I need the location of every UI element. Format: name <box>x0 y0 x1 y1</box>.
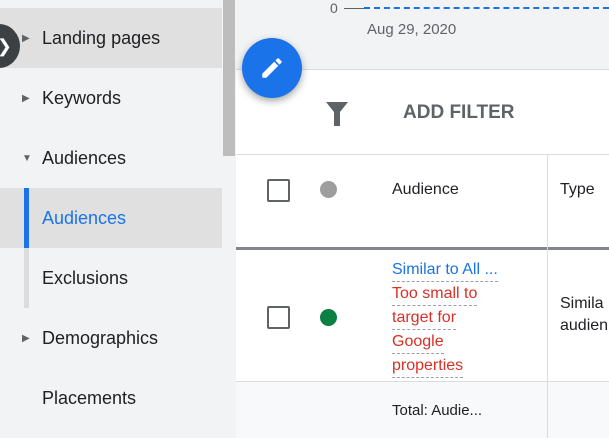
sidebar-item-exclusions[interactable]: Exclusions <box>0 248 222 308</box>
total-row: Total: Audie... <box>236 382 609 438</box>
sidebar-item-label: Audiences <box>42 147 127 168</box>
add-filter-button[interactable]: ADD FILTER <box>403 102 515 124</box>
sidebar-item-label: Keywords <box>42 87 122 108</box>
type-cell: audien <box>560 317 609 334</box>
column-divider <box>547 155 548 438</box>
x-tick-label: Aug 29, 2020 <box>367 21 457 38</box>
edit-button[interactable] <box>242 38 302 98</box>
series-line <box>364 7 609 9</box>
filter-icon[interactable] <box>326 102 348 126</box>
active-indicator <box>24 188 29 248</box>
chevron-icon: ❯ <box>0 36 12 57</box>
sidebar-item-label: Exclusions <box>42 267 129 288</box>
sidebar-item-audiences-group[interactable]: ▼ Audiences <box>0 128 222 188</box>
sidebar-item-label: Demographics <box>42 327 159 348</box>
axis-tick <box>344 8 364 9</box>
column-header-audience[interactable]: Audience <box>392 181 459 199</box>
table-row: Similar to All ... Too small to target f… <box>236 253 609 382</box>
sidebar: ▶ Landing pages ▶ Keywords ▼ Audiences Audi… <box>0 0 222 438</box>
column-header-type[interactable]: Type <box>560 181 595 199</box>
row-checkbox[interactable] <box>267 306 290 329</box>
enabled-status-icon[interactable] <box>320 309 337 326</box>
total-label: Total: Audie... <box>392 402 483 419</box>
sidebar-item-audiences[interactable]: Audiences <box>0 188 222 248</box>
warning-text[interactable]: properties <box>392 355 464 378</box>
sidebar-item-label: Landing pages <box>42 27 161 48</box>
warning-text[interactable]: target for <box>392 307 457 330</box>
audience-link[interactable]: Similar to All ... <box>392 259 498 282</box>
sidebar-item-placements[interactable]: Placements <box>0 368 222 428</box>
sidebar-item-landing-pages[interactable]: ▶ Landing pages <box>0 8 222 68</box>
pencil-icon <box>262 58 282 78</box>
expand-arrow-icon: ▶ <box>22 32 30 44</box>
type-cell: Simila <box>560 295 604 312</box>
sidebar-item-label: Audiences <box>42 207 127 228</box>
table-header: Audience Type <box>236 155 609 250</box>
status-header-icon[interactable] <box>320 181 337 198</box>
sidebar-item-label: Placements <box>42 387 137 408</box>
scrollbar-thumb[interactable] <box>223 0 235 156</box>
select-all-checkbox[interactable] <box>267 179 290 202</box>
expand-arrow-icon: ▶ <box>22 92 30 104</box>
expand-arrow-icon: ▶ <box>22 332 30 344</box>
y-tick-label: 0 <box>330 0 338 16</box>
group-indicator <box>24 248 29 308</box>
sidebar-item-keywords[interactable]: ▶ Keywords <box>0 68 222 128</box>
warning-text[interactable]: Google <box>392 331 444 354</box>
sidebar-item-demographics[interactable]: ▶ Demographics <box>0 308 222 368</box>
warning-text[interactable]: Too small to <box>392 283 478 306</box>
collapse-arrow-icon: ▼ <box>22 152 32 164</box>
